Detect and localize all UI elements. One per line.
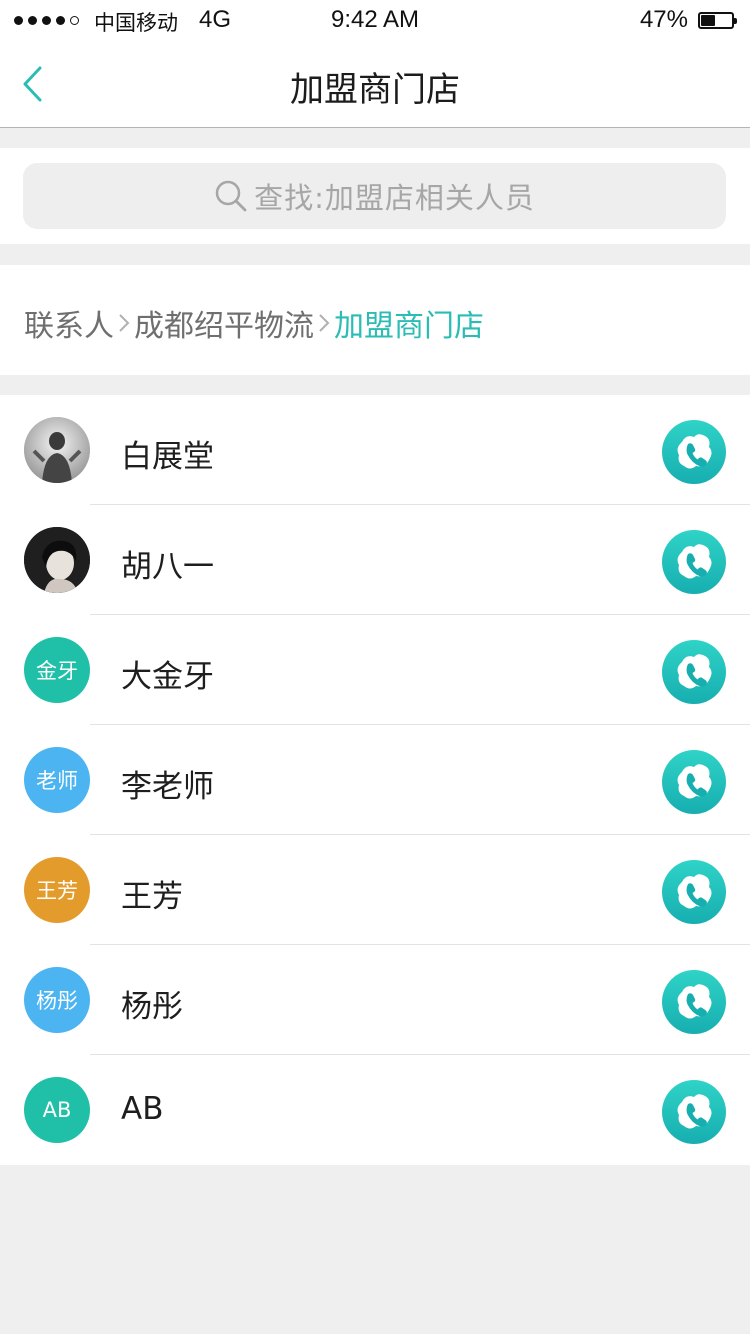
avatar — [24, 527, 90, 593]
chevron-right-icon — [319, 314, 330, 332]
contact-list: 白展堂 胡八一 金牙 大金牙 老师 李老师 王芳 王芳 杨彤 杨彤 AB AB — [0, 395, 750, 1165]
call-button[interactable] — [662, 530, 726, 594]
contact-row[interactable]: 金牙 大金牙 — [0, 615, 750, 725]
breadcrumb-section: 联系人 成都绍平物流 加盟商门店 — [0, 265, 750, 375]
avatar-initials: 杨彤 — [36, 989, 78, 1013]
breadcrumb-item-contacts[interactable]: 联系人 — [24, 301, 114, 345]
avatar-photo — [24, 417, 90, 483]
breadcrumb-item-company[interactable]: 成都绍平物流 — [134, 301, 314, 345]
search-input[interactable]: 查找:加盟店相关人员 — [23, 163, 726, 229]
navigation-bar: 加盟商门店 — [0, 40, 750, 128]
battery-icon — [698, 12, 737, 29]
chevron-right-icon — [119, 314, 130, 332]
avatar — [24, 417, 90, 483]
avatar: 杨彤 — [24, 967, 90, 1033]
contact-name: 胡八一 — [121, 549, 214, 585]
breadcrumb: 联系人 成都绍平物流 加盟商门店 — [24, 301, 484, 345]
call-button[interactable] — [662, 750, 726, 814]
avatar-photo — [24, 527, 90, 593]
contact-name: AB — [121, 1091, 164, 1127]
contact-row[interactable]: AB AB — [0, 1055, 750, 1165]
phone-icon — [662, 970, 726, 1034]
call-button[interactable] — [662, 970, 726, 1034]
contact-row[interactable]: 杨彤 杨彤 — [0, 945, 750, 1055]
avatar: 金牙 — [24, 637, 90, 703]
contact-name: 王芳 — [121, 879, 183, 915]
avatar: 王芳 — [24, 857, 90, 923]
phone-icon — [662, 420, 726, 484]
avatar-initials: 王芳 — [36, 879, 78, 903]
page-title: 加盟商门店 — [290, 70, 460, 110]
battery-percentage: 47% — [639, 6, 688, 33]
breadcrumb-item-current: 加盟商门店 — [334, 309, 484, 344]
search-icon — [215, 180, 247, 212]
phone-icon — [662, 1080, 726, 1144]
contact-row[interactable]: 王芳 王芳 — [0, 835, 750, 945]
avatar: AB — [24, 1077, 90, 1143]
call-button[interactable] — [662, 420, 726, 484]
avatar-initials: AB — [42, 1098, 72, 1122]
phone-icon — [662, 530, 726, 594]
call-button[interactable] — [662, 640, 726, 704]
contact-row[interactable]: 胡八一 — [0, 505, 750, 615]
search-section: 查找:加盟店相关人员 — [0, 148, 750, 244]
status-bar: 中国移动 4G 9:42 AM 47% — [0, 0, 750, 40]
contact-name: 李老师 — [121, 769, 214, 805]
call-button[interactable] — [662, 860, 726, 924]
contact-name: 白展堂 — [121, 439, 214, 475]
contact-row[interactable]: 老师 李老师 — [0, 725, 750, 835]
avatar-initials: 老师 — [36, 769, 78, 793]
phone-icon — [662, 640, 726, 704]
contact-name: 杨彤 — [121, 989, 183, 1025]
call-button[interactable] — [662, 1080, 726, 1144]
status-time: 9:42 AM — [330, 6, 420, 33]
search-placeholder: 查找:加盟店相关人员 — [254, 181, 535, 215]
avatar: 老师 — [24, 747, 90, 813]
phone-icon — [662, 750, 726, 814]
avatar-initials: 金牙 — [36, 659, 78, 683]
contact-row[interactable]: 白展堂 — [0, 395, 750, 505]
contact-name: 大金牙 — [121, 659, 214, 695]
phone-icon — [662, 860, 726, 924]
